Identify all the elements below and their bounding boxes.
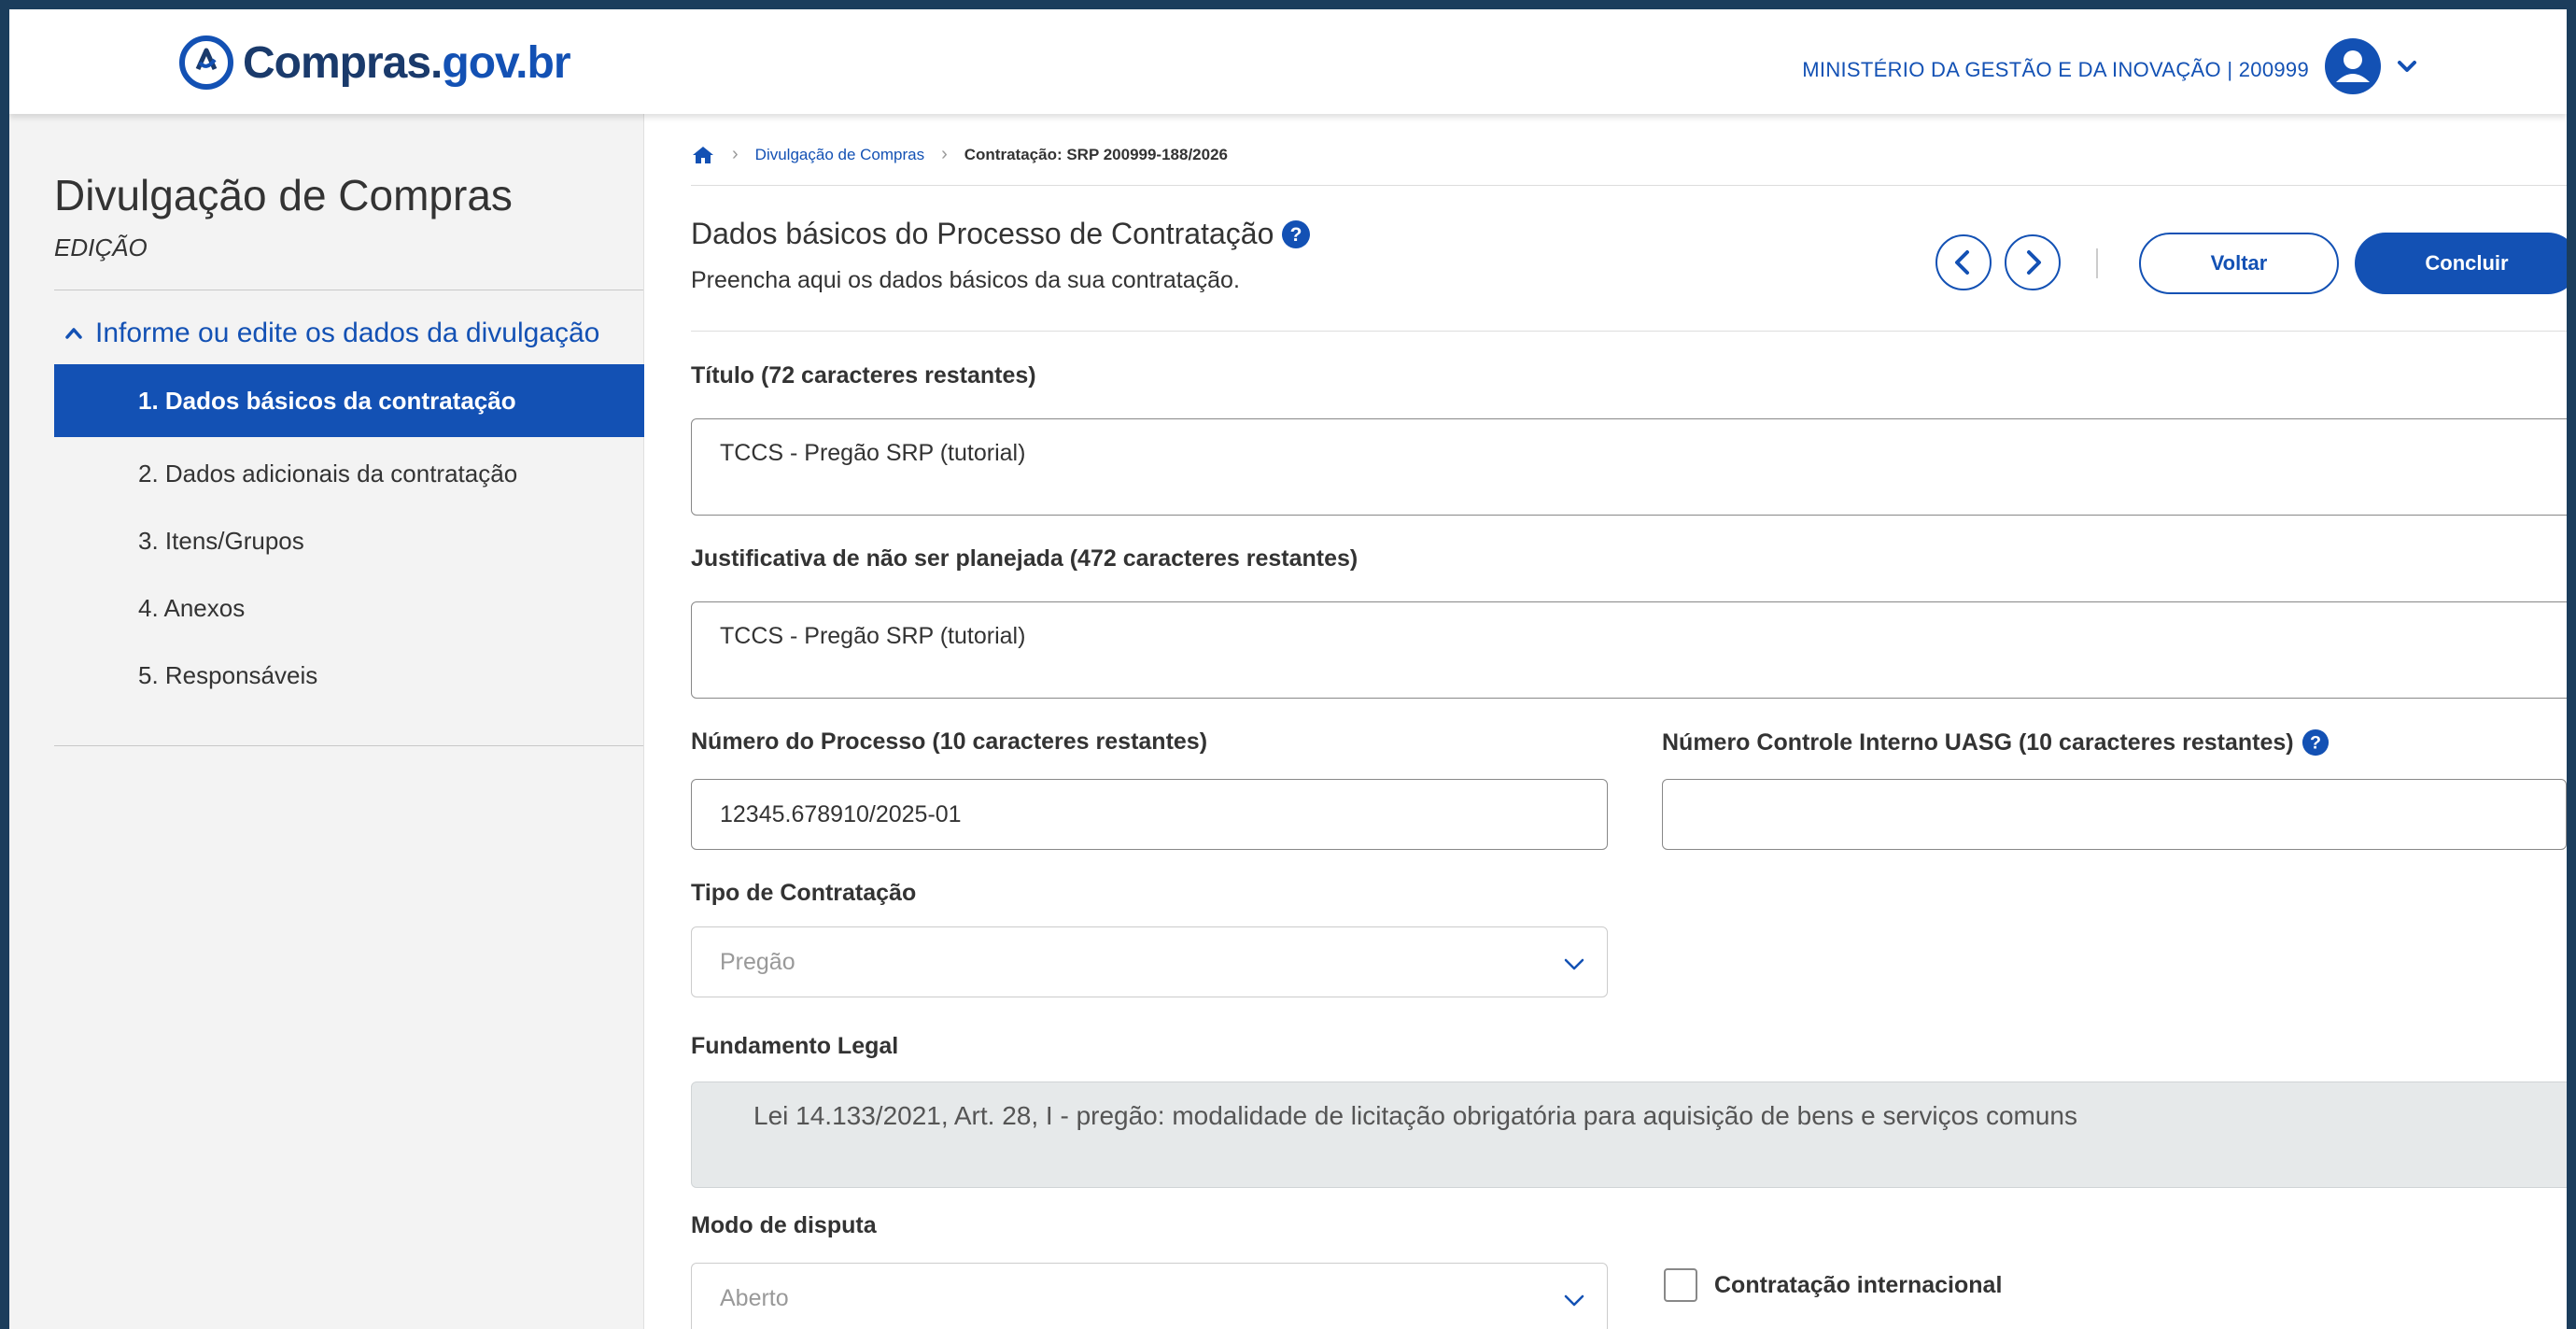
svg-text:?: ? <box>1290 224 1302 246</box>
titulo-value: TCCS - Pregão SRP (tutorial) <box>720 440 1026 466</box>
help-icon[interactable]: ? <box>1281 219 1311 249</box>
breadcrumb-separator-icon: › <box>941 144 948 164</box>
sidebar-section-label: Informe ou edite os dados da divulgação <box>95 318 600 348</box>
chevron-left-icon[interactable] <box>1935 233 1992 291</box>
breadcrumb-separator-icon: › <box>732 144 739 164</box>
breadcrumb: › Divulgação de Compras › Contratação: S… <box>691 144 1228 165</box>
chevron-up-icon <box>65 328 82 339</box>
page-title: Dados básicos do Processo de Contratação <box>691 217 1274 250</box>
sidebar-item-anexos[interactable]: 4. Anexos <box>54 572 644 644</box>
tipo-contratacao-value: Pregão <box>720 948 795 975</box>
sidebar-subtitle: EDIÇÃO <box>54 233 148 262</box>
numero-processo-label: Número do Processo (10 caracteres restan… <box>691 728 1208 755</box>
sidebar-item-dados-adicionais[interactable]: 2. Dados adicionais da contratação <box>54 437 644 510</box>
user-circle-icon[interactable] <box>2324 37 2382 95</box>
tipo-contratacao-select[interactable]: Pregão <box>691 926 1608 997</box>
app-frame: Compras.gov.br MINISTÉRIO DA GESTÃO E DA… <box>9 9 2567 1329</box>
titulo-label: Título (72 caracteres restantes) <box>691 362 1036 389</box>
home-icon[interactable] <box>691 145 715 165</box>
page-description: Preencha aqui os dados básicos da sua co… <box>691 267 1240 293</box>
sidebar: Divulgação de Compras EDIÇÃO Informe ou … <box>9 114 644 1329</box>
sidebar-item-itens-grupos[interactable]: 3. Itens/Grupos <box>54 504 644 577</box>
modo-disputa-value: Aberto <box>720 1284 789 1311</box>
sidebar-section-toggle[interactable]: Informe ou edite os dados da divulgação <box>63 318 599 349</box>
logo-mark-icon <box>179 35 233 90</box>
svg-text:?: ? <box>2310 733 2321 754</box>
compras-logo[interactable]: Compras.gov.br <box>177 34 571 92</box>
breadcrumb-divider <box>691 185 2567 186</box>
modo-disputa-select[interactable]: Aberto <box>691 1263 1608 1329</box>
chevron-down-icon <box>1564 958 1584 970</box>
numero-processo-input[interactable]: 12345.678910/2025-01 <box>691 779 1608 850</box>
contratacao-internacional-label[interactable]: Contratação internacional <box>1714 1272 2002 1299</box>
controle-interno-label-row: Número Controle Interno UASG (10 caracte… <box>1662 728 2330 756</box>
tipo-contratacao-label: Tipo de Contratação <box>691 880 917 906</box>
main-content: › Divulgação de Compras › Contratação: S… <box>644 114 2567 1329</box>
justificativa-label: Justificativa de não ser planejada (472 … <box>691 545 1358 572</box>
justificativa-value: TCCS - Pregão SRP (tutorial) <box>720 623 1026 649</box>
chevron-down-icon[interactable] <box>2395 54 2419 78</box>
sidebar-item-dados-basicos[interactable]: 1. Dados básicos da contratação <box>54 364 644 437</box>
sidebar-divider-bottom <box>54 745 643 746</box>
concluir-button[interactable]: Concluir <box>2355 233 2567 294</box>
sidebar-item-responsaveis[interactable]: 5. Responsáveis <box>54 639 644 712</box>
page-title-row: Dados básicos do Processo de Contratação… <box>691 217 1311 251</box>
controle-interno-label: Número Controle Interno UASG (10 caracte… <box>1662 728 2294 756</box>
breadcrumb-current: Contratação: SRP 200999-188/2026 <box>964 145 1229 163</box>
toolbar-separator <box>2096 248 2098 278</box>
fundamento-legal-label: Fundamento Legal <box>691 1033 899 1059</box>
modo-disputa-label: Modo de disputa <box>691 1212 877 1238</box>
help-icon[interactable]: ? <box>2302 728 2330 756</box>
justificativa-textarea[interactable]: TCCS - Pregão SRP (tutorial) <box>691 601 2567 699</box>
sidebar-title: Divulgação de Compras <box>54 171 513 219</box>
chevron-down-icon <box>1564 1294 1584 1307</box>
top-header: Compras.gov.br MINISTÉRIO DA GESTÃO E DA… <box>9 9 2567 114</box>
fundamento-legal-field: Lei 14.133/2021, Art. 28, I - pregão: mo… <box>691 1082 2567 1188</box>
titulo-textarea[interactable]: TCCS - Pregão SRP (tutorial) <box>691 418 2567 516</box>
breadcrumb-link[interactable]: Divulgação de Compras <box>755 146 924 164</box>
contratacao-internacional-checkbox[interactable] <box>1664 1268 1697 1302</box>
voltar-button[interactable]: Voltar <box>2139 233 2339 294</box>
controle-interno-input[interactable] <box>1662 779 2567 850</box>
header-divider <box>691 331 2567 332</box>
logo-text: Compras.gov.br <box>243 37 571 88</box>
org-label: MINISTÉRIO DA GESTÃO E DA INOVAÇÃO | 200… <box>1802 58 2309 81</box>
chevron-right-icon[interactable] <box>2004 233 2062 291</box>
